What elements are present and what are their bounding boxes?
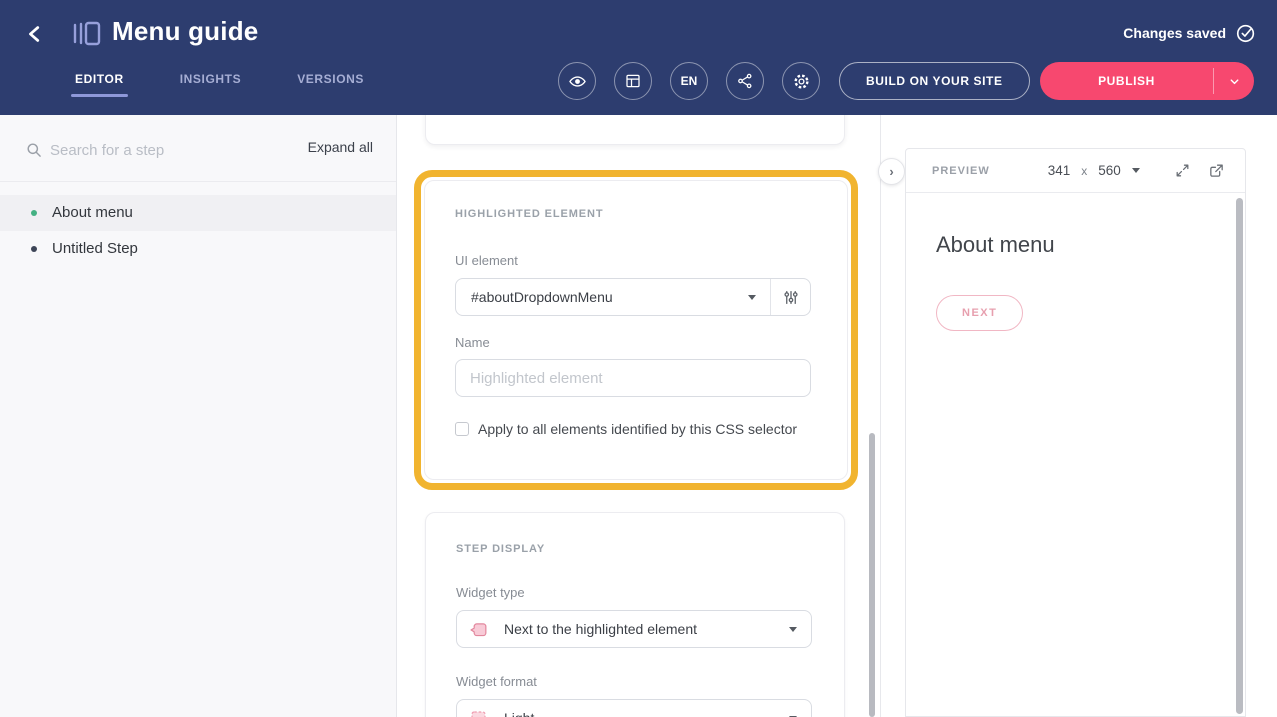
expand-all-button[interactable]: Expand all — [308, 139, 373, 155]
app-header: Menu guide Changes saved EDITOR INSIGHTS… — [0, 0, 1277, 115]
tab-versions[interactable]: VERSIONS — [295, 72, 366, 100]
back-button[interactable] — [24, 19, 54, 49]
widget-type-value: Next to the highlighted element — [504, 621, 789, 637]
tab-editor[interactable]: EDITOR — [73, 72, 126, 100]
search-icon — [26, 142, 43, 159]
editor-tabs: EDITOR INSIGHTS VERSIONS — [73, 72, 366, 100]
ui-element-select-group: #aboutDropdownMenu — [455, 278, 811, 316]
publish-dropdown-button[interactable] — [1214, 62, 1254, 100]
chevron-down-icon — [748, 295, 756, 300]
step-item-about-menu[interactable]: About menu — [0, 195, 396, 231]
apply-all-checkbox[interactable] — [455, 422, 469, 436]
ui-element-value: #aboutDropdownMenu — [471, 289, 748, 305]
step-item-label: Untitled Step — [52, 240, 138, 257]
eye-icon — [568, 72, 587, 91]
collapse-preview-button[interactable]: › — [878, 158, 905, 185]
section-title: STEP DISPLAY — [456, 543, 545, 555]
chevron-down-icon — [1228, 75, 1241, 88]
save-status-text: Changes saved — [1123, 25, 1226, 41]
window-layout-icon — [624, 72, 642, 90]
element-picker-settings-button[interactable] — [771, 279, 810, 315]
dimension-separator: x — [1081, 164, 1087, 178]
steps-sidebar: Expand all About menu Untitled Step — [0, 115, 397, 717]
next-button[interactable]: NEXT — [936, 295, 1023, 331]
share-icon — [736, 72, 754, 90]
step-list: About menu Untitled Step — [0, 182, 396, 267]
widget-format-select[interactable]: Light — [456, 699, 812, 717]
ui-element-label: UI element — [455, 253, 518, 268]
step-status-dot — [31, 210, 37, 216]
editor-scrollbar-thumb[interactable] — [869, 433, 875, 717]
widget-type-select[interactable]: Next to the highlighted element — [456, 610, 812, 648]
highlighted-element-card: HIGHLIGHTED ELEMENT UI element #aboutDro… — [424, 180, 848, 480]
header-toolbar: EN — [558, 62, 820, 100]
chevron-down-icon — [1132, 168, 1140, 173]
preview-title: PREVIEW — [932, 165, 990, 177]
preview-scrollbar-thumb[interactable] — [1236, 198, 1243, 714]
expand-preview-button[interactable] — [1174, 162, 1191, 179]
preview-step-title: About menu — [936, 232, 1215, 258]
widget-type-label: Widget type — [456, 585, 525, 600]
language-button[interactable]: EN — [670, 62, 708, 100]
apply-all-label: Apply to all elements identified by this… — [478, 421, 797, 437]
gear-icon — [792, 72, 811, 91]
chevron-right-icon: › — [889, 164, 893, 179]
step-search-row: Expand all — [0, 115, 396, 182]
widget-format-label: Widget format — [456, 674, 537, 689]
external-link-icon — [1208, 162, 1225, 179]
previous-settings-card — [425, 115, 845, 145]
ui-element-select[interactable]: #aboutDropdownMenu — [456, 279, 770, 315]
name-input[interactable] — [455, 359, 811, 397]
preview-viewport: About menu NEXT — [906, 193, 1245, 331]
step-status-dot — [31, 246, 37, 252]
guide-logo-icon — [70, 17, 102, 49]
language-badge: EN — [681, 74, 698, 88]
preview-header: PREVIEW 341 x 560 — [906, 149, 1245, 193]
preview-panel: › PREVIEW 341 x 560 — [881, 115, 1277, 717]
viewport-size-select[interactable]: 341 x 560 — [1048, 163, 1140, 178]
name-label: Name — [455, 335, 490, 350]
share-button[interactable] — [726, 62, 764, 100]
widget-format-value: Light — [504, 710, 789, 717]
step-display-card: STEP DISPLAY Widget type Next to the hig… — [425, 512, 845, 717]
back-chevron-icon — [24, 23, 54, 45]
preview-card: PREVIEW 341 x 560 — [905, 148, 1246, 717]
tab-insights[interactable]: INSIGHTS — [178, 72, 243, 100]
settings-button[interactable] — [782, 62, 820, 100]
step-item-untitled-step[interactable]: Untitled Step — [0, 231, 396, 267]
preview-actions — [1174, 162, 1225, 179]
tooltip-bubble-icon — [469, 620, 488, 639]
search-input[interactable] — [50, 137, 240, 163]
highlighted-element-outline: HIGHLIGHTED ELEMENT UI element #aboutDro… — [414, 170, 858, 490]
step-item-label: About menu — [52, 204, 133, 221]
expand-diagonal-icon — [1174, 162, 1191, 179]
viewport-width: 341 — [1048, 163, 1071, 178]
page-title: Menu guide — [112, 16, 258, 47]
preview-eye-button[interactable] — [558, 62, 596, 100]
layout-button[interactable] — [614, 62, 652, 100]
open-in-new-tab-button[interactable] — [1208, 162, 1225, 179]
section-title: HIGHLIGHTED ELEMENT — [455, 208, 604, 220]
viewport-height: 560 — [1098, 163, 1121, 178]
chevron-down-icon — [789, 627, 797, 632]
build-on-your-site-button[interactable]: BUILD ON YOUR SITE — [839, 62, 1030, 100]
check-circle-icon — [1235, 22, 1257, 44]
step-editor-panel: HIGHLIGHTED ELEMENT UI element #aboutDro… — [397, 115, 881, 717]
apply-all-checkbox-row[interactable]: Apply to all elements identified by this… — [455, 421, 797, 437]
widget-format-icon — [469, 709, 488, 717]
save-status: Changes saved — [1123, 22, 1257, 44]
content-area: Expand all About menu Untitled Step HIGH… — [0, 115, 1277, 717]
publish-split-button: PUBLISH — [1040, 62, 1254, 100]
publish-button[interactable]: PUBLISH — [1040, 62, 1213, 100]
sliders-icon — [782, 289, 800, 306]
